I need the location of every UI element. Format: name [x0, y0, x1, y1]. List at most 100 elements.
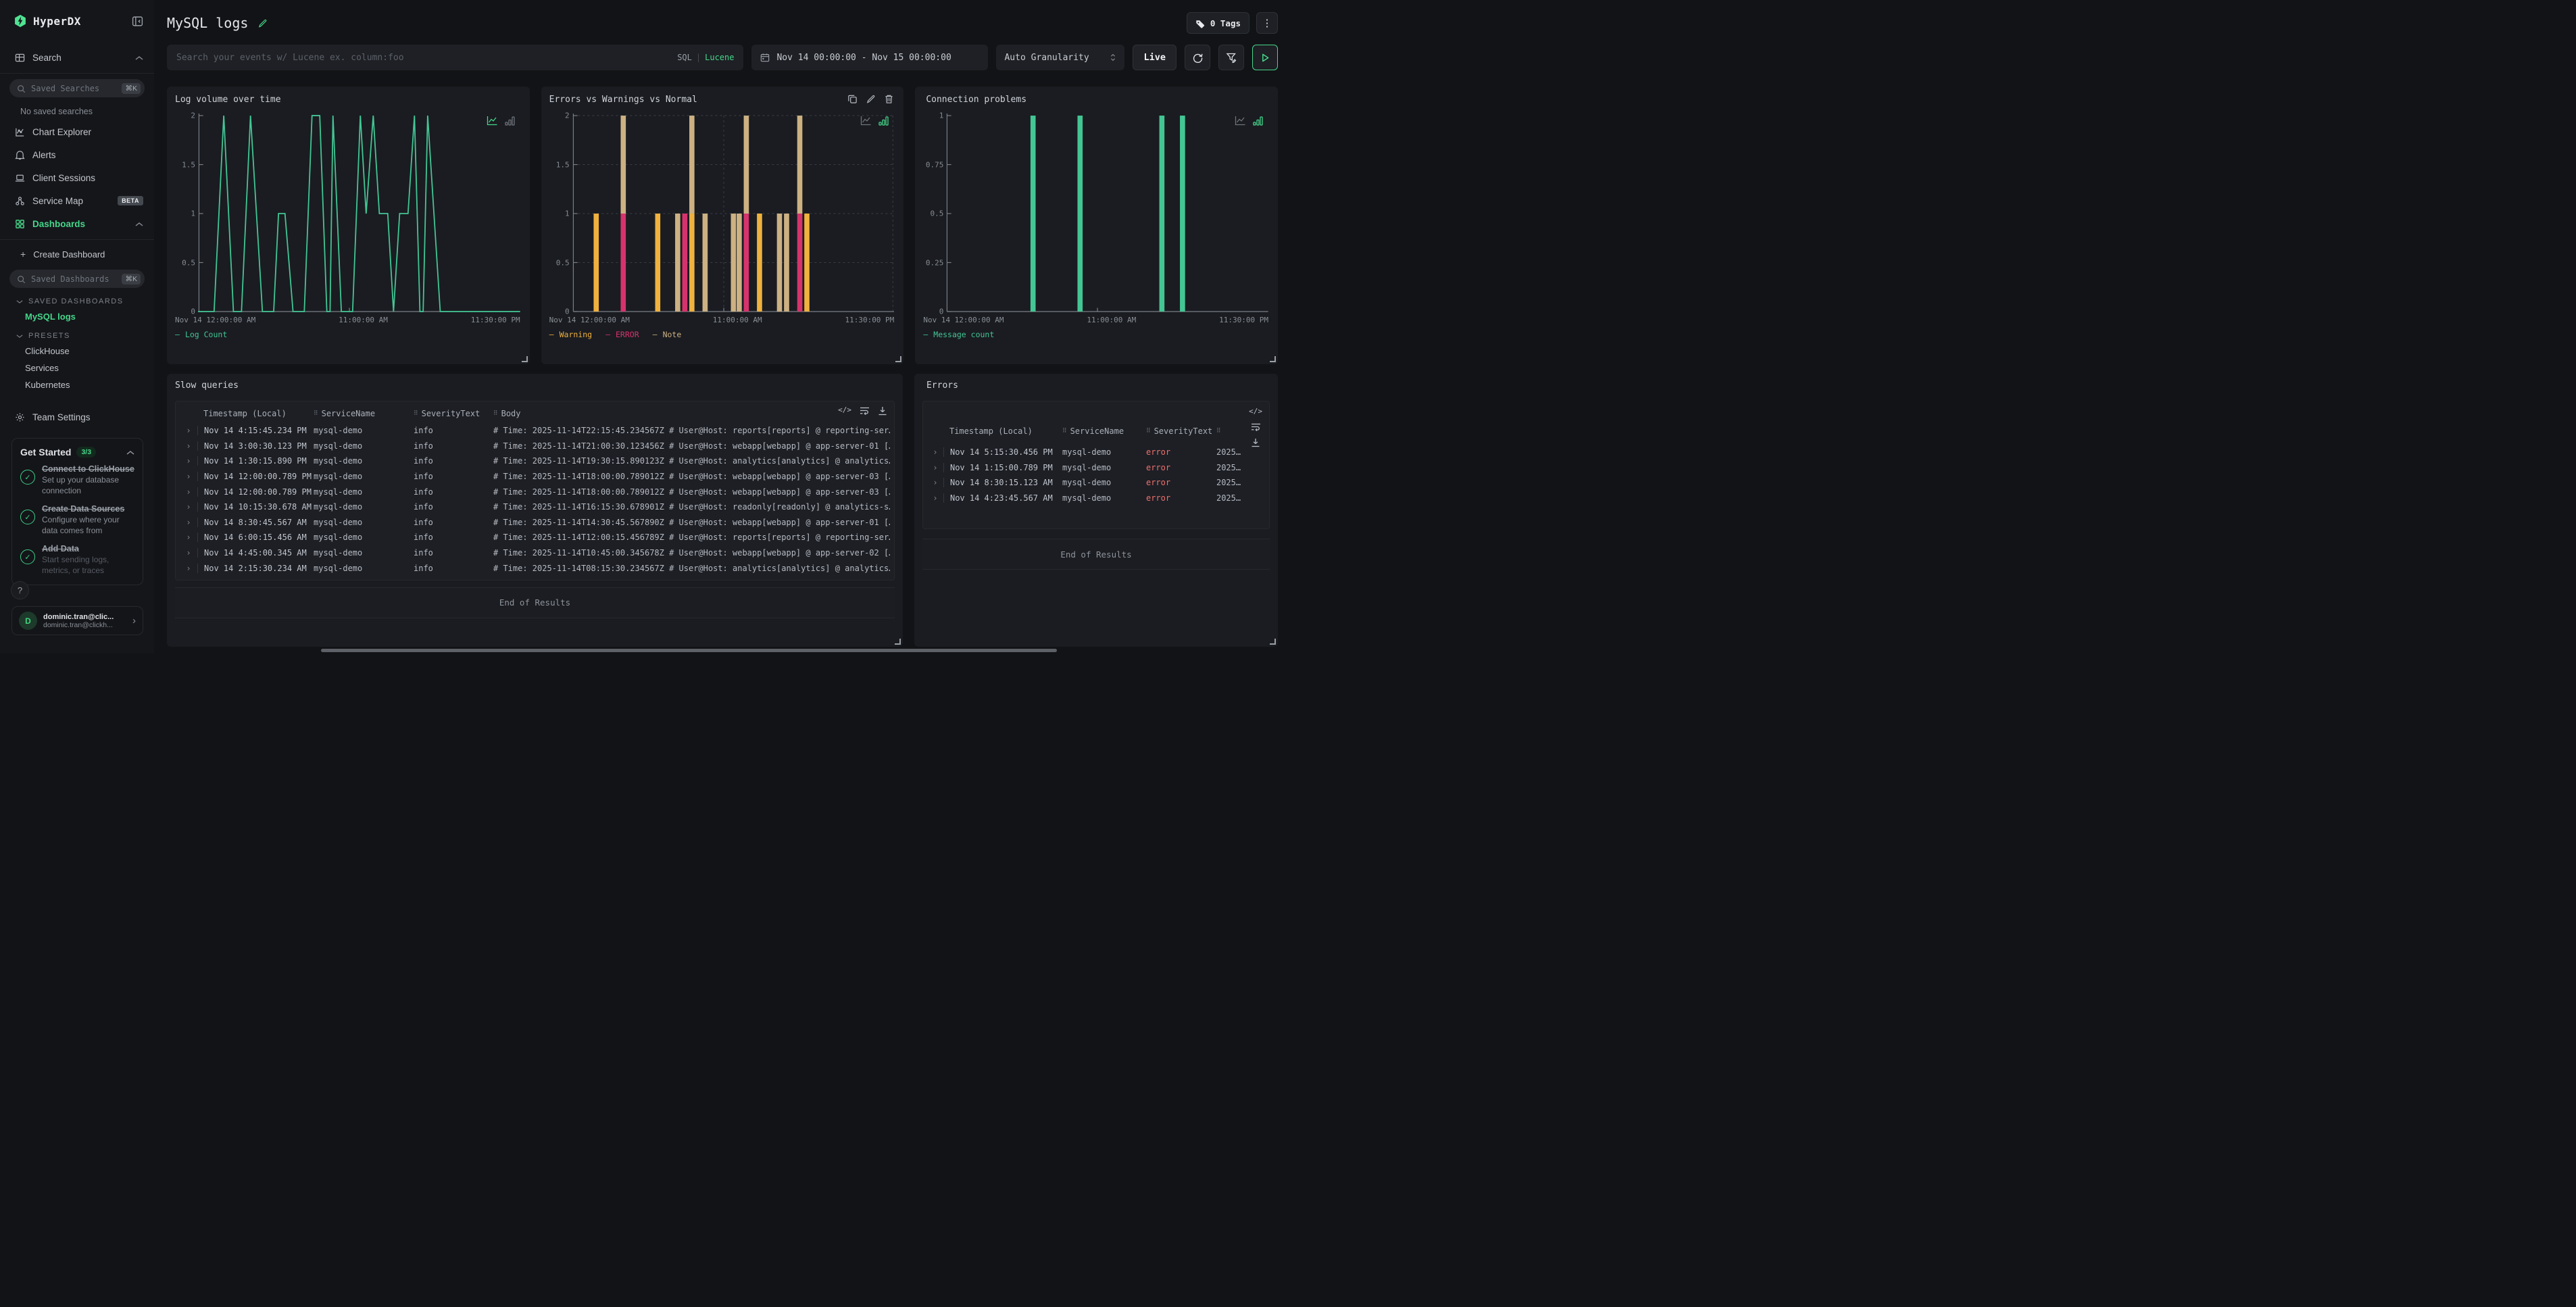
sidebar-collapse-icon[interactable]: [132, 15, 143, 26]
chevron-up-icon[interactable]: [135, 219, 143, 229]
run-query-button[interactable]: [1252, 45, 1278, 70]
column-header[interactable]: ServiceName: [322, 409, 375, 418]
live-button[interactable]: Live: [1133, 45, 1176, 70]
drag-handle-icon[interactable]: ⠿: [1216, 428, 1221, 435]
row-expand-chevron[interactable]: ›: [180, 533, 197, 542]
sidebar-item-client-sessions[interactable]: Client Sessions: [0, 166, 154, 189]
chart-plot[interactable]: [946, 109, 1268, 314]
bar-chart-toggle-icon[interactable]: [878, 116, 889, 126]
wrap-lines-icon[interactable]: [860, 405, 870, 416]
language-toggle-sql[interactable]: SQL: [677, 53, 692, 62]
legend-item[interactable]: —ERROR: [605, 330, 639, 339]
drag-handle-icon[interactable]: ⠿: [414, 410, 418, 417]
table-row[interactable]: ›Nov 14 12:00:00.789 PMmysql-demoinfo# T…: [180, 469, 890, 485]
table-row[interactable]: ›Nov 14 5:15:30.456 PMmysql-demoerror202…: [927, 445, 1265, 460]
chevron-up-icon[interactable]: [135, 53, 143, 63]
column-header[interactable]: Body: [501, 409, 521, 418]
horizontal-scrollbar[interactable]: [321, 649, 1057, 652]
row-expand-chevron[interactable]: ›: [180, 426, 197, 435]
row-expand-chevron[interactable]: ›: [180, 487, 197, 497]
table-row[interactable]: ›Nov 14 8:30:15.123 AMmysql-demoerror202…: [927, 475, 1265, 491]
edit-icon[interactable]: [866, 93, 876, 104]
row-expand-chevron[interactable]: ›: [180, 518, 197, 527]
row-expand-chevron[interactable]: ›: [927, 447, 943, 457]
column-header[interactable]: ServiceName: [1070, 426, 1124, 436]
section-presets[interactable]: PRESETS: [0, 325, 154, 343]
bar-chart-toggle-icon[interactable]: [505, 116, 515, 126]
drag-handle-icon[interactable]: ⠿: [314, 410, 318, 417]
row-expand-chevron[interactable]: ›: [180, 472, 197, 481]
drag-handle-icon[interactable]: ⠿: [493, 410, 498, 417]
drag-handle-icon[interactable]: ⠿: [1062, 428, 1067, 435]
row-expand-chevron[interactable]: ›: [180, 564, 197, 573]
sidebar-item-dashboards[interactable]: Dashboards: [0, 212, 154, 235]
table-row[interactable]: ›Nov 14 4:15:45.234 PMmysql-demoinfo# Ti…: [180, 423, 890, 439]
row-expand-chevron[interactable]: ›: [180, 548, 197, 558]
column-header[interactable]: Timestamp (Local): [949, 426, 1033, 436]
line-chart-toggle-icon[interactable]: [1235, 115, 1246, 126]
sidebar-item-alerts[interactable]: Alerts: [0, 143, 154, 166]
table-row[interactable]: ›Nov 14 8:30:45.567 AMmysql-demoinfo# Ti…: [180, 515, 890, 531]
drag-handle-icon[interactable]: ⠿: [1146, 428, 1151, 435]
wrap-lines-icon[interactable]: [1251, 422, 1261, 431]
edit-title-icon[interactable]: [257, 18, 268, 28]
legend-item[interactable]: —Warning: [549, 330, 592, 339]
dashboard-menu-button[interactable]: ⋮: [1256, 12, 1278, 34]
line-chart-toggle-icon[interactable]: [860, 115, 872, 126]
code-view-icon[interactable]: </>: [838, 405, 851, 416]
chart-plot[interactable]: [198, 109, 520, 314]
create-dashboard-button[interactable]: + Create Dashboard: [0, 244, 154, 264]
sidebar-preset-kubernetes[interactable]: Kubernetes: [0, 376, 154, 393]
sidebar-item-chart-explorer[interactable]: Chart Explorer: [0, 120, 154, 143]
saved-searches-input[interactable]: Saved Searches ⌘K: [9, 79, 145, 97]
section-saved-dashboards[interactable]: SAVED DASHBOARDS: [0, 291, 154, 308]
sidebar-preset-services[interactable]: Services: [0, 360, 154, 376]
trash-icon[interactable]: [884, 93, 894, 104]
column-header[interactable]: SeverityText: [422, 409, 480, 418]
row-expand-chevron[interactable]: ›: [927, 493, 943, 503]
sidebar-item-team-settings[interactable]: Team Settings: [0, 405, 154, 428]
download-icon[interactable]: [878, 405, 887, 416]
tags-button[interactable]: 0 Tags: [1187, 12, 1249, 34]
column-header[interactable]: Timestamp (Local): [203, 409, 287, 418]
table-row[interactable]: ›Nov 14 4:23:45.567 AMmysql-demoerror202…: [927, 491, 1265, 506]
language-toggle-lucene[interactable]: Lucene: [705, 53, 734, 62]
time-range-picker[interactable]: Nov 14 00:00:00 - Nov 15 00:00:00: [751, 45, 988, 70]
row-expand-chevron[interactable]: ›: [180, 441, 197, 451]
saved-dashboards-input[interactable]: Saved Dashboards ⌘K: [9, 270, 145, 288]
refresh-button[interactable]: [1185, 45, 1210, 70]
download-icon[interactable]: [1251, 437, 1260, 447]
table-row[interactable]: ›Nov 14 4:45:00.345 AMmysql-demoinfo# Ti…: [180, 545, 890, 561]
table-row[interactable]: ›Nov 14 1:30:15.890 PMmysql-demoinfo# Ti…: [180, 453, 890, 469]
user-menu[interactable]: D dominic.tran@clic... dominic.tran@clic…: [11, 606, 143, 635]
table-row[interactable]: ›Nov 14 12:00:00.789 PMmysql-demoinfo# T…: [180, 484, 890, 499]
legend-item[interactable]: —Note: [653, 330, 682, 339]
row-expand-chevron[interactable]: ›: [180, 502, 197, 512]
legend-item[interactable]: —Log Count: [175, 330, 227, 339]
bar-chart-toggle-icon[interactable]: [1253, 116, 1263, 126]
chart-plot[interactable]: [572, 109, 895, 314]
table-row[interactable]: ›Nov 14 2:15:30.234 AMmysql-demoinfo# Ti…: [180, 560, 890, 576]
line-chart-toggle-icon[interactable]: [487, 115, 498, 126]
row-expand-chevron[interactable]: ›: [180, 456, 197, 466]
table-row[interactable]: ›Nov 14 3:00:30.123 PMmysql-demoinfo# Ti…: [180, 439, 890, 454]
help-button[interactable]: ?: [11, 581, 29, 599]
table-row[interactable]: ›Nov 14 1:15:00.789 PMmysql-demoerror202…: [927, 460, 1265, 476]
chevron-up-icon[interactable]: [126, 447, 134, 458]
table-row[interactable]: ›Nov 14 10:15:30.678 AMmysql-demoinfo# T…: [180, 499, 890, 515]
sidebar-item-service-map[interactable]: Service Map BETA: [0, 189, 154, 212]
get-started-step-connect[interactable]: ✓ Connect to ClickHouseSet up your datab…: [20, 464, 134, 496]
legend-item[interactable]: —Message count: [923, 330, 994, 339]
code-view-icon[interactable]: </>: [1249, 407, 1262, 416]
granularity-select[interactable]: Auto Granularity: [996, 45, 1124, 70]
duplicate-icon[interactable]: [847, 93, 858, 104]
get-started-step-sources[interactable]: ✓ Create Data SourcesConfigure where you…: [20, 504, 134, 536]
get-started-step-add-data[interactable]: ✓ Add DataStart sending logs, metrics, o…: [20, 544, 134, 576]
event-search-input[interactable]: Search your events w/ Lucene ex. column:…: [167, 45, 743, 70]
row-expand-chevron[interactable]: ›: [927, 478, 943, 487]
sidebar-dashboard-mysql-logs[interactable]: MySQL logs: [0, 308, 154, 325]
sidebar-preset-clickhouse[interactable]: ClickHouse: [0, 343, 154, 360]
filter-button[interactable]: [1218, 45, 1244, 70]
table-row[interactable]: ›Nov 14 6:00:15.456 AMmysql-demoinfo# Ti…: [180, 530, 890, 545]
sidebar-item-search[interactable]: Search: [0, 46, 154, 69]
